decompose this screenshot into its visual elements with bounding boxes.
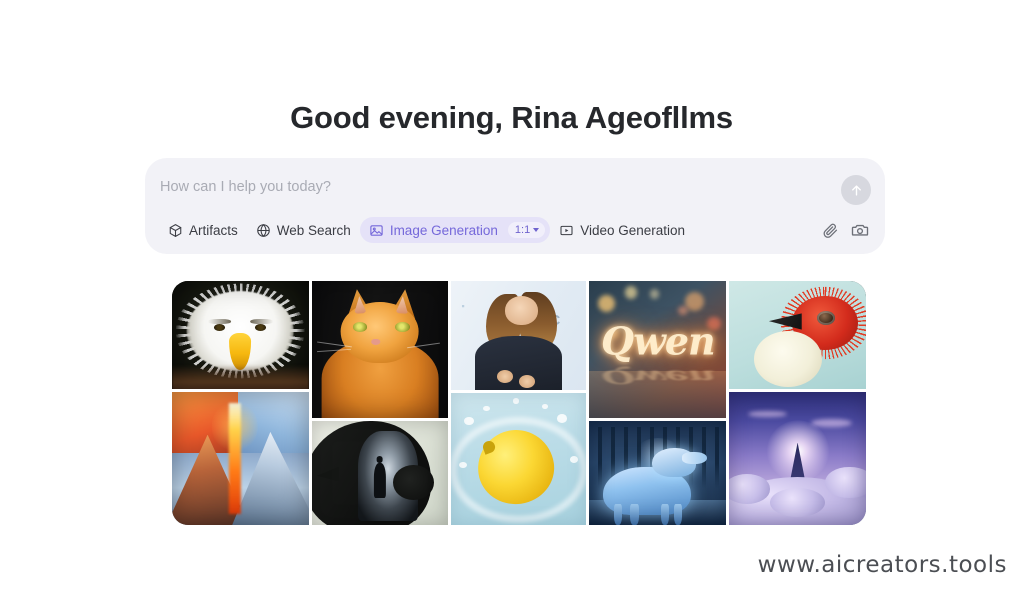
gallery-image-speaker[interactable]: ASC 2nd ▪ [450, 281, 587, 390]
page-title: Good evening, Rina Ageofllms [290, 100, 733, 135]
chevron-down-icon [533, 228, 540, 232]
tool-video-generation-label: Video Generation [580, 222, 686, 238]
paperclip-icon [823, 223, 837, 238]
tool-web-search[interactable]: Web Search [247, 217, 360, 243]
gallery-column: Qwen Qwen [589, 281, 727, 525]
gallery-image-lemon[interactable] [450, 393, 587, 525]
watermark: www.aicreators.tools [757, 552, 1007, 578]
tool-artifacts-label: Artifacts [189, 222, 238, 238]
tool-image-generation[interactable]: Image Generation 1:1 [359, 217, 551, 243]
gallery-column [172, 281, 309, 525]
aspect-ratio-value: 1:1 [514, 224, 531, 236]
composer-panel[interactable]: How can I help you today? Artifacts Web … [145, 158, 885, 254]
gallery-image-cat[interactable] [311, 281, 448, 418]
tool-image-generation-label: Image Generation [389, 222, 498, 238]
image-gallery: ASC 2nd ▪ [172, 281, 866, 525]
gallery-image-volcano[interactable] [172, 392, 309, 525]
composer-toolbar: Artifacts Web Search Image Generation 1:… [159, 216, 871, 244]
gallery-image-silhouette[interactable] [311, 421, 448, 525]
camera-button[interactable] [849, 219, 871, 241]
image-icon [369, 223, 384, 238]
arrow-up-icon [851, 184, 861, 196]
cube-icon [168, 223, 183, 238]
aspect-ratio-selector[interactable]: 1:1 [507, 222, 546, 238]
gallery-image-qwen-text[interactable]: Qwen Qwen [589, 281, 727, 418]
tool-video-generation[interactable]: Video Generation [550, 217, 694, 243]
gallery-column [311, 281, 448, 525]
gallery-image-wolf[interactable] [589, 421, 727, 525]
tool-web-search-label: Web Search [276, 222, 351, 238]
camera-icon [851, 224, 869, 236]
tool-artifacts[interactable]: Artifacts [159, 217, 247, 243]
attach-button[interactable] [819, 219, 841, 241]
gallery-image-celestial-peak[interactable] [729, 392, 866, 525]
send-button[interactable] [841, 175, 871, 205]
gallery-column [729, 281, 866, 525]
gallery-image-red-bird[interactable] [729, 281, 866, 389]
globe-icon [256, 223, 271, 238]
prompt-input[interactable]: How can I help you today? [160, 179, 331, 195]
video-play-icon [559, 223, 574, 238]
gallery-image-eagle[interactable] [172, 281, 309, 389]
gallery-column: ASC 2nd ▪ [450, 281, 587, 525]
